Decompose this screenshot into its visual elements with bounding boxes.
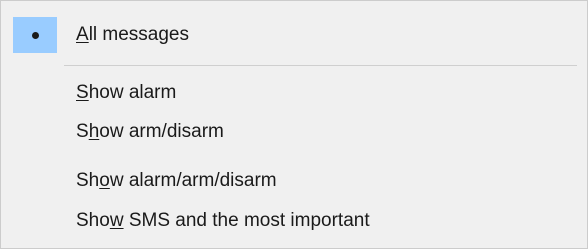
menu-separator	[64, 65, 577, 66]
menu-item-label: Show alarm/arm/disarm	[76, 170, 277, 191]
menu-item-label: Show SMS and the most important	[76, 210, 370, 231]
menu-item-label: All messages	[76, 24, 190, 45]
menu-item-label: Show arm/disarm	[76, 121, 224, 142]
menu-item-all-messages[interactable]: All messages	[1, 17, 587, 53]
menu-item-show-alarm-arm-disarm[interactable]: Show alarm/arm/disarm	[1, 163, 587, 199]
menu-item-show-alarm[interactable]: Show alarm	[1, 75, 587, 111]
menu-item-show-arm-disarm[interactable]: Show arm/disarm	[1, 114, 587, 150]
menu-item-label: Show alarm	[76, 82, 177, 103]
radio-check-area	[13, 17, 57, 53]
context-menu: All messages Show alarm Show arm/disarm …	[0, 0, 588, 249]
menu-item-show-sms-important[interactable]: Show SMS and the most important	[1, 203, 587, 239]
radio-bullet-icon	[31, 31, 39, 39]
